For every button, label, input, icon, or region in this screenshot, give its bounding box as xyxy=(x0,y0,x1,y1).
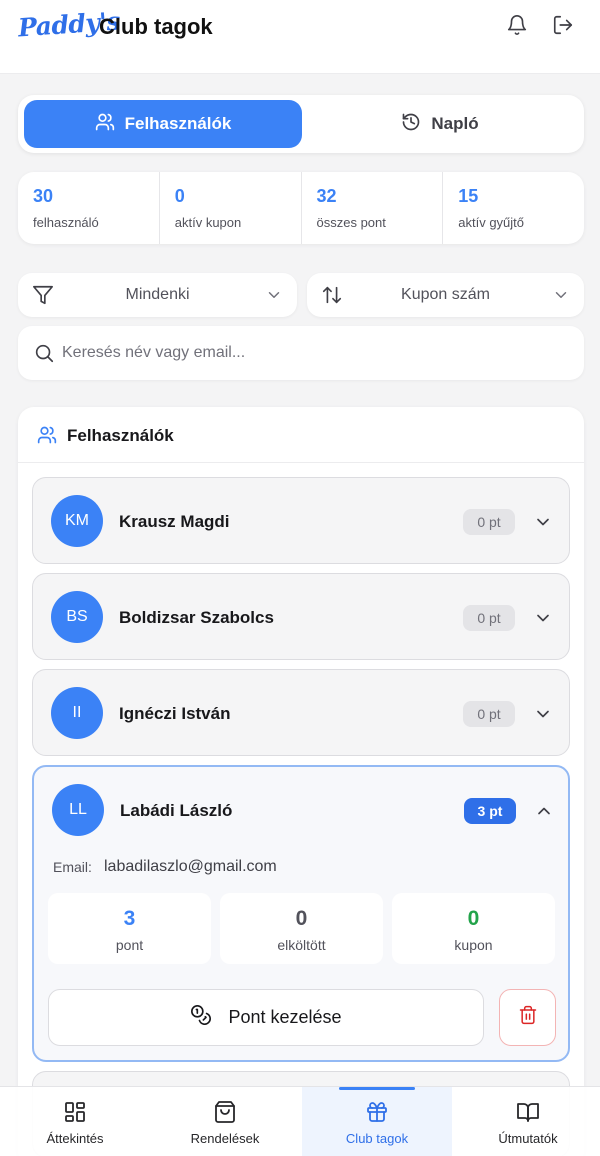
stat-value: 0 xyxy=(174,186,185,206)
tab-felhasznalok[interactable]: Felhasználók xyxy=(24,100,302,148)
nav-item-club-tagok[interactable]: Club tagok xyxy=(302,1087,452,1156)
stat-value: 30 xyxy=(33,186,54,206)
history-icon xyxy=(401,112,421,137)
view-tabs: Felhasználók Napló xyxy=(18,95,584,153)
stat-label: aktív kupon xyxy=(174,215,242,230)
user-name: Ignéczi István xyxy=(119,704,231,723)
nav-label: Áttekintés xyxy=(46,1131,104,1146)
users-panel: Felhasználók KM Krausz Magdi 0 pt BS Bol… xyxy=(18,407,584,1156)
logout-icon[interactable] xyxy=(552,14,576,38)
points-badge: 3 pt xyxy=(464,798,516,824)
nav-label: Útmutatók xyxy=(498,1131,558,1146)
nav-label: Rendelések xyxy=(190,1131,260,1146)
search-icon xyxy=(33,342,55,364)
metric-label: pont xyxy=(115,937,144,953)
metric-value: 0 xyxy=(295,907,308,930)
stat-label: felhasználó xyxy=(33,215,99,230)
metric-points: 3 pont xyxy=(48,893,211,964)
stats-summary: 30 felhasználó 0 aktív kupon 32 összes p… xyxy=(18,172,584,244)
manage-points-label: Pont kezelése xyxy=(228,1007,342,1027)
manage-points-button[interactable]: Pont kezelése xyxy=(48,989,484,1046)
stat-value: 32 xyxy=(316,186,337,206)
user-card[interactable]: II Ignéczi István 0 pt xyxy=(32,669,570,756)
avatar: BS xyxy=(51,591,103,643)
avatar: II xyxy=(51,687,103,739)
nav-item-attekintes[interactable]: Áttekintés xyxy=(0,1087,150,1156)
user-card-expanded[interactable]: LL Labádi László 3 pt Email: labadilaszl… xyxy=(32,765,570,1062)
users-icon xyxy=(37,426,57,444)
users-icon xyxy=(95,112,115,137)
stat-total-points: 32 összes pont xyxy=(302,172,444,244)
active-indicator xyxy=(339,1087,415,1090)
user-card[interactable]: KM Krausz Magdi 0 pt xyxy=(32,477,570,564)
stat-active-collectors: 15 aktív gyűjtő xyxy=(443,172,584,244)
avatar: KM xyxy=(51,495,103,547)
panel-title: Felhasználók xyxy=(67,426,174,445)
chevron-down-icon[interactable] xyxy=(533,512,553,532)
nav-item-utmutatok[interactable]: Útmutatók xyxy=(453,1087,600,1156)
chevron-down-icon xyxy=(552,286,570,304)
nav-label: Club tagok xyxy=(345,1131,409,1146)
metric-label: elköltött xyxy=(277,937,326,953)
panel-header: Felhasználók xyxy=(18,407,584,463)
email-value: labadilaszlo@gmail.com xyxy=(104,858,277,875)
nav-item-rendelesek[interactable]: Rendelések xyxy=(150,1087,300,1156)
delete-user-button[interactable] xyxy=(499,989,556,1046)
chevron-up-icon[interactable] xyxy=(534,801,554,821)
chevron-down-icon[interactable] xyxy=(533,704,553,724)
points-badge: 0 pt xyxy=(463,509,515,535)
search-bar xyxy=(18,326,584,380)
shopping-bag-icon xyxy=(215,1101,235,1123)
stat-value: 15 xyxy=(458,186,479,206)
trash-icon xyxy=(518,1005,538,1030)
sort-select[interactable]: Kupon szám xyxy=(307,273,584,317)
stat-users: 30 felhasználó xyxy=(18,172,160,244)
search-input[interactable] xyxy=(62,336,562,370)
app-header: Paddy's Club tagok xyxy=(0,0,600,74)
metric-value: 0 xyxy=(467,907,480,930)
metric-coupons: 0 kupon xyxy=(392,893,555,964)
metric-label: kupon xyxy=(454,937,493,953)
points-badge: 0 pt xyxy=(463,605,515,631)
metric-value: 3 xyxy=(123,907,136,930)
email-label: Email: xyxy=(53,859,92,875)
gift-icon xyxy=(367,1102,387,1122)
tab-label: Felhasználók xyxy=(124,114,232,133)
dashboard-icon xyxy=(65,1102,85,1122)
page-title: Club tagok xyxy=(99,14,213,39)
bell-icon[interactable] xyxy=(506,14,530,38)
coins-icon xyxy=(190,1004,212,1031)
filter-label: Mindenki xyxy=(125,286,190,303)
points-badge: 0 pt xyxy=(463,701,515,727)
stat-label: aktív gyűjtő xyxy=(458,215,525,230)
user-name: Labádi László xyxy=(120,801,233,820)
stat-label: összes pont xyxy=(316,215,386,230)
avatar: LL xyxy=(52,784,104,836)
chevron-down-icon[interactable] xyxy=(533,608,553,628)
chevron-down-icon xyxy=(265,286,283,304)
bottom-navigation: Áttekintés Rendelések Club tagok Útmutat… xyxy=(0,1086,600,1156)
user-card[interactable]: BS Boldizsar Szabolcs 0 pt xyxy=(32,573,570,660)
user-name: Krausz Magdi xyxy=(119,512,230,531)
stat-active-coupons: 0 aktív kupon xyxy=(160,172,302,244)
sort-label: Kupon szám xyxy=(401,286,490,303)
book-icon xyxy=(517,1103,539,1122)
audience-filter-select[interactable]: Mindenki xyxy=(18,273,297,317)
metric-spent: 0 elköltött xyxy=(220,893,383,964)
tab-naplo[interactable]: Napló xyxy=(302,100,578,148)
tab-label: Napló xyxy=(431,114,479,133)
user-name: Boldizsar Szabolcs xyxy=(119,608,274,627)
